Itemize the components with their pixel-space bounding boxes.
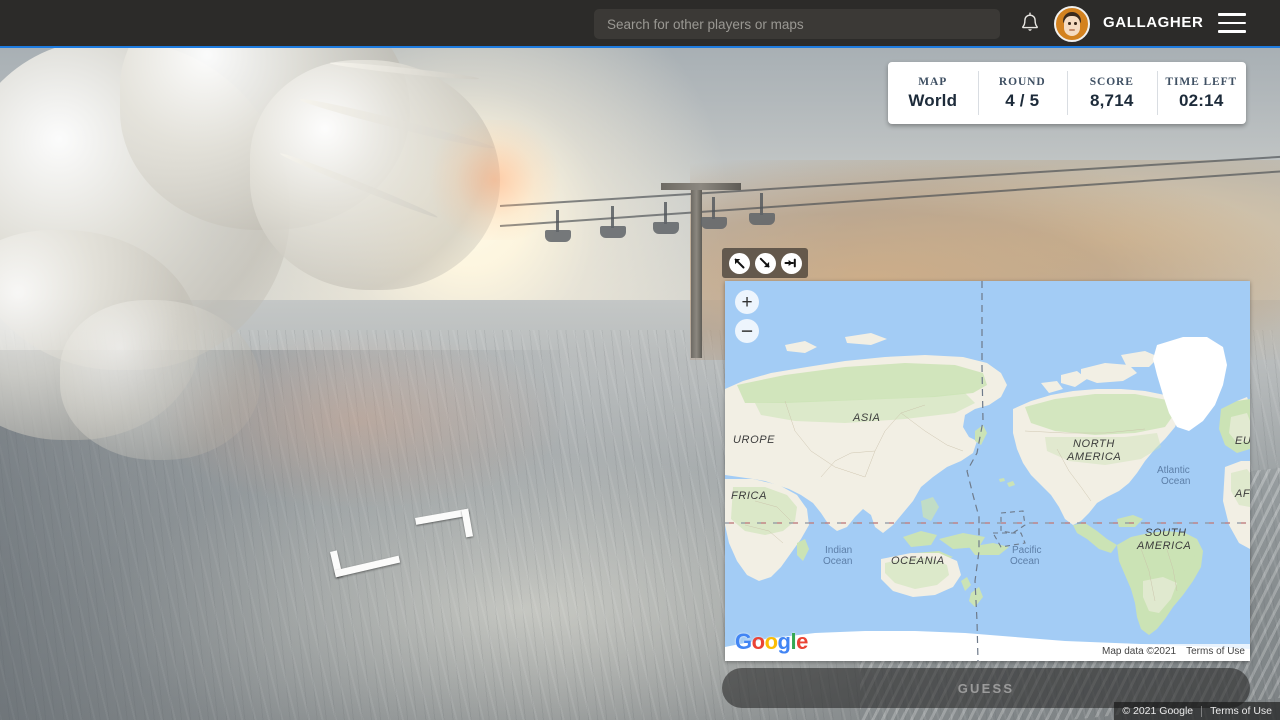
status-map-label: MAP bbox=[918, 75, 948, 88]
guess-map-panel: ASIA UROPE FRICA NORTH AMERICA SOUTH AMERICA OC… bbox=[722, 248, 1250, 708]
status-round-label: ROUND bbox=[998, 75, 1046, 88]
hamburger-menu-icon[interactable] bbox=[1218, 13, 1246, 35]
zoom-out-button[interactable]: − bbox=[735, 319, 759, 343]
status-score: SCORE 8,714 bbox=[1067, 62, 1157, 124]
game-status-bar: MAP World ROUND 4 / 5 SCORE 8,714 TIME L… bbox=[888, 62, 1246, 124]
world-map[interactable]: ASIA UROPE FRICA NORTH AMERICA SOUTH AMERICA OC… bbox=[725, 281, 1250, 661]
chairlift-chair bbox=[749, 193, 775, 225]
avatar[interactable] bbox=[1054, 6, 1090, 42]
map-data-attribution: Map data ©2021 bbox=[1097, 644, 1182, 659]
status-time-left-label: TIME LEFT bbox=[1165, 75, 1238, 88]
pin-map-button[interactable] bbox=[780, 252, 802, 274]
arrow-up-left-icon bbox=[734, 258, 745, 269]
search-input[interactable] bbox=[594, 9, 1000, 39]
menu-line bbox=[1218, 30, 1246, 33]
map-label: Ocean bbox=[1161, 476, 1190, 487]
top-navigation-bar: GALLAGHER bbox=[0, 0, 1280, 48]
menu-line bbox=[1218, 21, 1246, 25]
chairlift-chair bbox=[653, 202, 679, 234]
lens-flare bbox=[430, 120, 560, 240]
lens-flare-secondary bbox=[150, 330, 570, 510]
chairlift-chair bbox=[701, 197, 727, 229]
notifications-button[interactable] bbox=[1019, 12, 1041, 36]
map-label: OCEANIA bbox=[891, 555, 945, 567]
map-terms-of-use-link[interactable]: Terms of Use bbox=[1181, 644, 1250, 659]
status-time-left-value: 02:14 bbox=[1179, 90, 1224, 110]
map-label: EU bbox=[1235, 435, 1250, 447]
google-logo-letter: g bbox=[777, 629, 791, 654]
map-label: AMERICA bbox=[1136, 540, 1191, 552]
chairlift-pylon bbox=[691, 183, 702, 358]
panorama-copyright: © 2021 Google bbox=[1122, 705, 1194, 717]
map-label: AF bbox=[1234, 488, 1250, 500]
map-label: Indian bbox=[825, 545, 852, 556]
map-label: UROPE bbox=[733, 434, 775, 446]
avatar-mouth bbox=[1069, 29, 1075, 31]
google-logo-letter: G bbox=[735, 629, 752, 654]
google-logo-letter: o bbox=[764, 629, 778, 654]
bell-icon bbox=[1022, 12, 1038, 31]
map-label: Pacific bbox=[1012, 545, 1041, 556]
map-label: ASIA bbox=[852, 412, 880, 424]
expand-map-button[interactable] bbox=[754, 252, 776, 274]
map-controls-toolbar bbox=[722, 248, 808, 278]
status-time-left: TIME LEFT 02:14 bbox=[1156, 62, 1247, 124]
map-label: SOUTH bbox=[1145, 527, 1187, 539]
google-logo-letter: o bbox=[751, 629, 765, 654]
map-attribution: Map data ©2021 Terms of Use bbox=[1097, 644, 1250, 659]
status-score-label: SCORE bbox=[1089, 75, 1134, 88]
google-logo: Google bbox=[735, 629, 808, 655]
map-label: Atlantic bbox=[1157, 465, 1190, 476]
status-map-value: World bbox=[908, 90, 958, 110]
status-score-value: 8,714 bbox=[1089, 90, 1134, 110]
chairlift-chair bbox=[600, 206, 626, 238]
status-map: MAP World bbox=[888, 62, 978, 124]
avatar-face bbox=[1064, 16, 1080, 36]
google-logo-letter: e bbox=[796, 629, 808, 654]
menu-line bbox=[1218, 13, 1246, 16]
pin-icon bbox=[784, 258, 796, 268]
map-label: FRICA bbox=[731, 490, 767, 502]
map-label: AMERICA bbox=[1066, 451, 1121, 463]
avatar-eye-left bbox=[1068, 22, 1071, 25]
status-round: ROUND 4 / 5 bbox=[977, 62, 1068, 124]
status-round-value: 4 / 5 bbox=[1005, 90, 1040, 110]
panorama-terms-of-use-link[interactable]: Terms of Use bbox=[1202, 705, 1280, 717]
username-label[interactable]: GALLAGHER bbox=[1103, 14, 1203, 31]
chairlift-crossarm bbox=[661, 183, 741, 190]
map-label: NORTH bbox=[1073, 438, 1115, 450]
zoom-in-button[interactable]: + bbox=[735, 290, 759, 314]
avatar-eye-right bbox=[1074, 22, 1077, 25]
map-label: Ocean bbox=[823, 556, 852, 567]
panorama-attribution: © 2021 Google Terms of Use bbox=[1114, 702, 1280, 720]
map-canvas: ASIAUROPEFRICANORTHAMERICASOUTHAMERICAOC… bbox=[725, 281, 1250, 661]
map-label: Ocean bbox=[1010, 556, 1039, 567]
shrink-map-button[interactable] bbox=[728, 252, 750, 274]
arrow-down-right-icon bbox=[759, 257, 770, 268]
